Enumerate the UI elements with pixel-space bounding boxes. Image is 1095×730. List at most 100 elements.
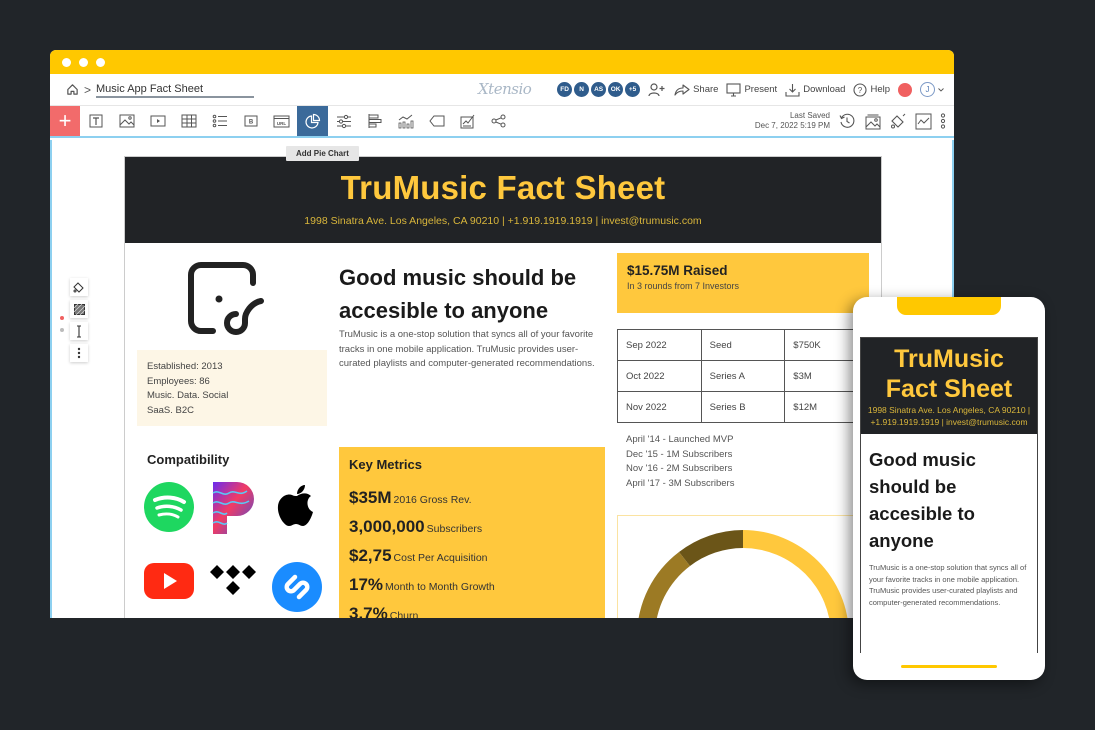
url-tool-button[interactable]: URL (266, 106, 297, 136)
block-color-button[interactable] (70, 278, 88, 296)
signature-tool-button[interactable] (452, 106, 483, 136)
download-label: Download (803, 84, 846, 95)
list-tool-button[interactable] (204, 106, 235, 136)
tag-tool-button[interactable] (421, 106, 452, 136)
funding-rounds-table[interactable]: Sep 2022 Seed $750K Oct 2022 Series A $3… (617, 329, 869, 423)
paint-bucket-icon[interactable] (890, 113, 907, 130)
plus-icon: + (58, 108, 72, 133)
image-tool-button[interactable] (111, 106, 142, 136)
milestones-list[interactable]: April '14 - Launched MVP Dec '15 - 1M Su… (626, 433, 869, 491)
left-column: Established: 2013 Employees: 86 Music. D… (137, 261, 327, 613)
block-more-button[interactable] (70, 344, 88, 362)
svg-text:?: ? (858, 86, 863, 95)
key-metrics-box[interactable]: Key Metrics $35M 2016 Gross Rev. 3,000,00… (339, 447, 605, 618)
more-vertical-icon[interactable] (940, 113, 946, 129)
help-button[interactable]: ? Help (853, 82, 890, 97)
user-menu[interactable]: J (920, 82, 944, 97)
window-dot[interactable] (62, 57, 71, 67)
notification-icon[interactable] (898, 82, 912, 97)
key-metrics-heading: Key Metrics (349, 457, 422, 472)
table-row: Oct 2022 Series A $3M (617, 360, 869, 392)
funding-box[interactable]: $15.75M Raised In 3 rounds from 7 Invest… (617, 253, 869, 313)
metric-label: Month to Month Growth (385, 581, 495, 593)
metric-value: 17% (349, 575, 384, 594)
tooltip: Add Pie Chart (286, 146, 359, 161)
resize-vertical-icon (77, 324, 81, 338)
metric-label: Churn (389, 610, 419, 618)
metric-row: 3,000,000 Subscribers (349, 517, 595, 537)
avatar-more[interactable]: +5 (625, 82, 641, 97)
pie-chart-tool-button[interactable] (297, 106, 328, 136)
editor-toolbar: + B URL Last Saved Dec 7, 2022 5:19 PM (50, 106, 954, 138)
phone-doc-title: TruMusic Fact Sheet (885, 345, 1013, 403)
list-item: April '17 - 3M Subscribers (626, 477, 735, 489)
add-user-button[interactable] (648, 82, 666, 97)
mobile-preview: TruMusic Fact Sheet 1998 Sinatra Ave. Lo… (853, 297, 1045, 680)
phone-doc-header: TruMusic Fact Sheet 1998 Sinatra Ave. Lo… (861, 338, 1037, 434)
text-tool-button[interactable] (80, 106, 111, 136)
share-button[interactable]: Share (674, 83, 718, 96)
chevron-down-icon (938, 87, 944, 92)
indicator-dot[interactable] (60, 316, 64, 320)
sliders-tool-button[interactable] (328, 106, 359, 136)
metric-row: $35M 2016 Gross Rev. (349, 488, 595, 508)
app-window: > Music App Fact Sheet Xtensio FD N AS O… (50, 50, 954, 618)
document-header[interactable]: TruMusic Fact Sheet 1998 Sinatra Ave. Lo… (125, 157, 881, 243)
sliders-icon (336, 114, 351, 128)
image-library-icon[interactable] (864, 113, 882, 130)
download-button[interactable]: Download (785, 83, 845, 97)
avatar[interactable]: AS (591, 82, 607, 97)
headline[interactable]: Good music should be accesible to anyone (339, 261, 605, 327)
block-side-tools (70, 278, 88, 362)
metric-value: 3.7% (349, 604, 388, 618)
add-block-button[interactable]: + (50, 106, 80, 136)
shazam-icon (272, 562, 322, 612)
round-date: Sep 2022 (617, 329, 702, 361)
add-user-icon (648, 82, 665, 96)
window-dot[interactable] (79, 57, 88, 67)
donut-chart-block[interactable] (617, 515, 869, 618)
block-resize-button[interactable] (70, 322, 88, 340)
info-established: Established: 2013 (147, 361, 223, 372)
video-tool-button[interactable] (142, 106, 173, 136)
button-tool-button[interactable]: B (235, 106, 266, 136)
share-tool-button[interactable] (483, 106, 514, 136)
info-employees: Employees: 86 (147, 375, 210, 387)
present-button[interactable]: Present (726, 82, 777, 97)
phone-screen[interactable]: TruMusic Fact Sheet 1998 Sinatra Ave. Lo… (860, 337, 1038, 653)
trumusic-logo (188, 262, 264, 335)
bar-chart-tool-button[interactable] (359, 106, 390, 136)
tag-icon (428, 115, 444, 127)
apple-icon (277, 485, 313, 526)
share-nodes-icon (491, 114, 505, 128)
indicator-dot[interactable] (60, 328, 64, 332)
table-row: Nov 2022 Series B $12M (617, 391, 869, 423)
table-tool-button[interactable] (173, 106, 204, 136)
phone-contact-line: 1998 Sinatra Ave. Los Angeles, CA 90210 … (867, 405, 1031, 427)
company-info[interactable]: Established: 2013 Employees: 86 Music. D… (137, 350, 327, 426)
block-background-button[interactable] (70, 300, 88, 318)
avatar[interactable]: OK (608, 82, 624, 97)
metric-row: 17% Month to Month Growth (349, 575, 595, 595)
intro-text[interactable]: TruMusic is a one-stop solution that syn… (339, 328, 605, 372)
funding-subtitle: In 3 rounds from 7 Investors (627, 281, 740, 291)
table-icon (181, 114, 196, 128)
analytics-icon[interactable] (915, 113, 932, 130)
line-chart-tool-button[interactable] (390, 106, 421, 136)
last-saved-label: Last Saved (789, 111, 830, 120)
table-row: Sep 2022 Seed $750K (617, 329, 869, 361)
pie-chart-icon (305, 113, 321, 129)
avatar[interactable]: FD (557, 82, 573, 97)
editor-canvas[interactable]: TruMusic Fact Sheet 1998 Sinatra Ave. Lo… (50, 140, 954, 618)
window-dot[interactable] (96, 57, 105, 67)
round-type: Seed (700, 329, 786, 361)
home-icon[interactable] (64, 82, 80, 98)
phone-home-indicator (901, 665, 997, 668)
phone-notch (897, 297, 1001, 315)
document-title-input[interactable]: Music App Fact Sheet (96, 81, 255, 98)
svg-text:URL: URL (277, 121, 286, 126)
round-type: Series A (700, 360, 786, 392)
avatar[interactable]: N (574, 82, 590, 97)
document-heading: TruMusic Fact Sheet (340, 169, 666, 206)
history-icon[interactable] (838, 112, 856, 130)
